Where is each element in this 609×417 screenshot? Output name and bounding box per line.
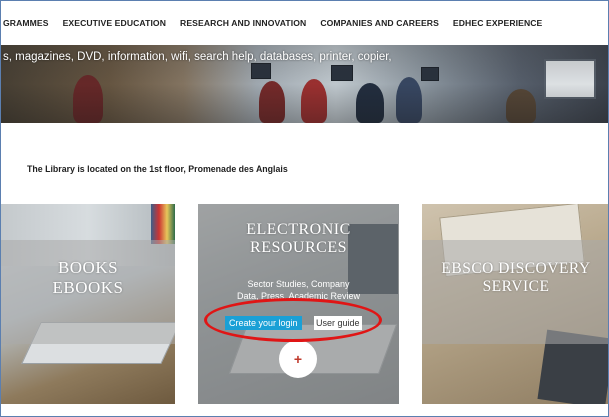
electronic-title-line2: RESOURCES bbox=[250, 239, 347, 257]
nav-item-executive-education[interactable]: EXECUTIVE EDUCATION bbox=[63, 18, 166, 28]
electronic-card-description: Sector Studies, Company Data, Press, Aca… bbox=[198, 278, 399, 302]
electronic-resources-card[interactable]: ELECTRONIC RESOURCES Sector Studies, Com… bbox=[198, 204, 399, 404]
electronic-desc-line2: Data, Press, Academic Review bbox=[236, 291, 361, 302]
expand-plus-icon[interactable]: + bbox=[279, 340, 317, 378]
electronic-desc-line1: Sector Studies, Company bbox=[247, 279, 350, 289]
ebsco-title-line2: SERVICE bbox=[482, 277, 550, 295]
hero-banner: s, magazines, DVD, information, wifi, se… bbox=[1, 45, 608, 123]
books-card[interactable]: BOOKS EBOOKS bbox=[1, 204, 175, 404]
electronic-card-title: ELECTRONIC RESOURCES bbox=[198, 221, 399, 258]
browser-frame: GRAMMES EXECUTIVE EDUCATION RESEARCH AND… bbox=[0, 0, 609, 417]
books-on-shelf bbox=[151, 204, 175, 244]
nav-item-edhec-experience[interactable]: EDHEC EXPERIENCE bbox=[453, 18, 542, 28]
create-login-button[interactable]: Create your login bbox=[225, 316, 302, 330]
ebsco-card-title: EBSCO DISCOVERY SERVICE bbox=[422, 260, 608, 296]
nav-item-companies-careers[interactable]: COMPANIES AND CAREERS bbox=[320, 18, 439, 28]
ebsco-discovery-card[interactable]: EBSCO DISCOVERY SERVICE bbox=[422, 204, 608, 404]
electronic-title-line1: ELECTRONIC bbox=[246, 221, 351, 238]
nav-item-programmes[interactable]: GRAMMES bbox=[3, 18, 49, 28]
library-location-text: The Library is located on the 1st floor,… bbox=[27, 164, 288, 174]
ebsco-title-line1: EBSCO DISCOVERY bbox=[441, 260, 591, 277]
user-guide-button[interactable]: User guide bbox=[314, 316, 362, 330]
nav-item-research-innovation[interactable]: RESEARCH AND INNOVATION bbox=[180, 18, 306, 28]
top-navigation: GRAMMES EXECUTIVE EDUCATION RESEARCH AND… bbox=[1, 1, 608, 45]
hero-text: s, magazines, DVD, information, wifi, se… bbox=[3, 51, 392, 63]
books-title-line1: BOOKS bbox=[57, 258, 119, 277]
books-title-line2: EBOOKS bbox=[52, 277, 124, 297]
books-card-title: BOOKS EBOOKS bbox=[1, 258, 175, 297]
